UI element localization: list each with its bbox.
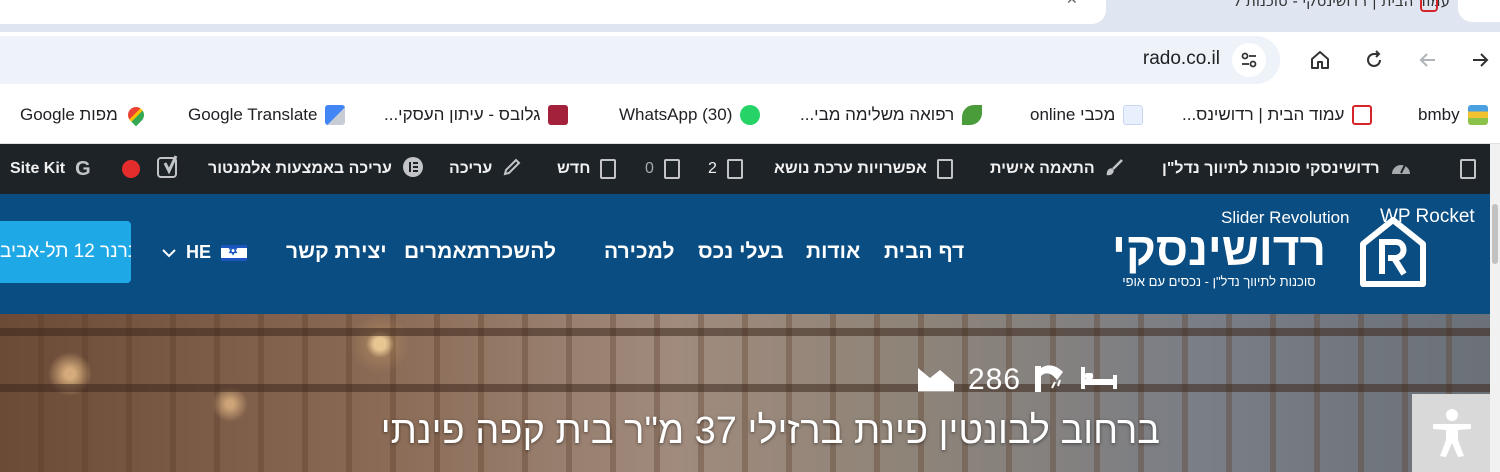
rado-icon xyxy=(1352,105,1373,125)
page-scrollbar[interactable] xyxy=(1490,144,1500,472)
yoast-status-dot xyxy=(122,157,140,181)
bookmark-google-translate[interactable]: Google Translate xyxy=(188,102,346,128)
browser-toolbar: rado.co.il xyxy=(0,32,1500,86)
property-stats: 286 xyxy=(916,362,1119,398)
browser-window: ✕ עמוד הבית | רדושינסקי - סוכנות ל rado.… xyxy=(0,0,1500,472)
israel-flag-icon xyxy=(221,244,248,261)
bed-icon xyxy=(1079,365,1119,395)
shelf xyxy=(0,384,1500,392)
accessibility-button[interactable] xyxy=(1412,394,1492,472)
bookmarks-bar: bmby עמוד הבית | רדושינס... מכבי online … xyxy=(0,86,1500,144)
site-header: ברנר 12 תל-אביב HE יצירת קשר מאמרים להשכ… xyxy=(0,194,1500,472)
admin-elementor-edit[interactable]: עריכה באמצעות אלמנטור xyxy=(208,156,424,183)
logo-tagline: סוכנות לתיווך נדל"ן - נכסים עם אופי xyxy=(1122,274,1316,289)
leaf-icon xyxy=(962,105,983,125)
nav-home[interactable]: דף הבית xyxy=(884,240,964,264)
bookmark-rado[interactable]: עמוד הבית | רדושינס... xyxy=(1182,102,1373,128)
admin-site-name[interactable]: רדושינסקי סוכנות לתיווך נדל"ן xyxy=(1162,157,1412,181)
url-text[interactable]: rado.co.il xyxy=(1143,48,1220,70)
globes-icon xyxy=(548,105,569,125)
status-dot-icon xyxy=(122,160,140,178)
new-tab-button[interactable] xyxy=(1458,0,1500,22)
rado-favicon-icon xyxy=(1420,0,1438,12)
bookmark-maccabi[interactable]: מכבי online xyxy=(1030,102,1144,128)
brush-icon xyxy=(1105,157,1125,182)
admin-edit[interactable]: עריכה xyxy=(449,157,522,181)
size-value: 286 xyxy=(968,363,1022,396)
admin-theme-options[interactable]: אפשרויות ערכת נושא xyxy=(774,157,953,181)
tab-active[interactable] xyxy=(0,0,1106,24)
wp-rocket-label[interactable]: WP Rocket xyxy=(1380,206,1475,228)
nav-about[interactable]: אודות xyxy=(806,240,860,264)
yoast-icon xyxy=(156,154,182,184)
pencil-icon xyxy=(502,157,522,182)
google-g-icon: G xyxy=(75,157,91,180)
admin-comments[interactable]: 0 xyxy=(645,157,680,181)
address-cta-button[interactable]: ברנר 12 תל-אביב xyxy=(0,221,131,283)
accessibility-icon xyxy=(1433,409,1471,457)
whatsapp-icon xyxy=(740,105,761,125)
tab-title[interactable]: עמוד הבית | רדושינסקי - סוכנות ל xyxy=(1120,0,1450,12)
scrollbar-thumb[interactable] xyxy=(1492,204,1498,264)
address-bar[interactable]: rado.co.il xyxy=(0,36,1280,84)
shelf xyxy=(0,328,1500,336)
plus-icon xyxy=(600,159,617,179)
forward-icon[interactable] xyxy=(1466,46,1494,74)
checkbox-icon xyxy=(936,159,953,179)
wp-admin-bar: רדושינסקי סוכנות לתיווך נדל"ן התאמה אישי… xyxy=(0,144,1500,194)
maps-icon xyxy=(124,103,148,127)
site-settings-icon[interactable] xyxy=(1232,43,1266,77)
language-switcher[interactable]: HE xyxy=(162,242,248,263)
back-icon[interactable] xyxy=(1414,46,1442,74)
bookmark-globes[interactable]: גלובס - עיתון העסקי... xyxy=(384,102,569,128)
checkbox-icon xyxy=(1460,159,1476,179)
maccabi-icon xyxy=(1123,105,1144,125)
slider-revolution-label[interactable]: Slider Revolution xyxy=(1221,208,1350,228)
admin-customize[interactable]: התאמה אישית xyxy=(990,157,1125,181)
shower-icon xyxy=(1033,362,1067,398)
updates-icon xyxy=(726,159,743,179)
tab-strip: ✕ עמוד הבית | רדושינסקי - סוכנות ל xyxy=(0,0,1500,32)
chevron-down-icon xyxy=(162,242,176,263)
hero-title: ברחוב לבונטין פינת ברזילי 37 מ"ר בית קפה… xyxy=(380,410,1160,452)
admin-updates[interactable]: 2 xyxy=(708,157,743,181)
elementor-icon xyxy=(402,156,424,183)
nav-articles[interactable]: מאמרים xyxy=(404,240,482,264)
nav-for-sale[interactable]: למכירה xyxy=(604,240,674,264)
bookmark-whatsapp[interactable]: WhatsApp (30) xyxy=(619,102,761,128)
admin-site-kit[interactable]: G Site Kit xyxy=(10,157,91,181)
admin-yoast[interactable] xyxy=(156,154,182,184)
close-icon[interactable]: ✕ xyxy=(1066,0,1078,8)
bmby-icon xyxy=(1467,105,1488,125)
nav-property-owners[interactable]: בעלי נכס xyxy=(698,240,784,264)
home-icon[interactable] xyxy=(1306,46,1334,74)
reload-icon[interactable] xyxy=(1360,46,1388,74)
bookmark-bmby[interactable]: bmby xyxy=(1418,102,1488,128)
hero-banner: 286 ברחוב לבונטין פינת ברזילי 37 מ"ר בית… xyxy=(0,314,1500,472)
nav-contact[interactable]: יצירת קשר xyxy=(286,240,387,264)
dashboard-icon xyxy=(1390,158,1412,181)
admin-menu-toggle[interactable] xyxy=(1460,157,1476,181)
bookmark-complementary-medicine[interactable]: רפואה משלימה מבי... xyxy=(800,102,983,128)
logo-wordmark[interactable]: רדושינסקי xyxy=(1090,222,1348,276)
bookmark-google-maps[interactable]: מפות Google xyxy=(20,102,148,128)
comments-icon xyxy=(663,159,680,179)
translate-icon xyxy=(325,105,346,125)
area-icon xyxy=(916,364,956,396)
admin-new[interactable]: חדש xyxy=(557,157,617,181)
nav-for-rent[interactable]: להשכרה xyxy=(476,240,556,264)
